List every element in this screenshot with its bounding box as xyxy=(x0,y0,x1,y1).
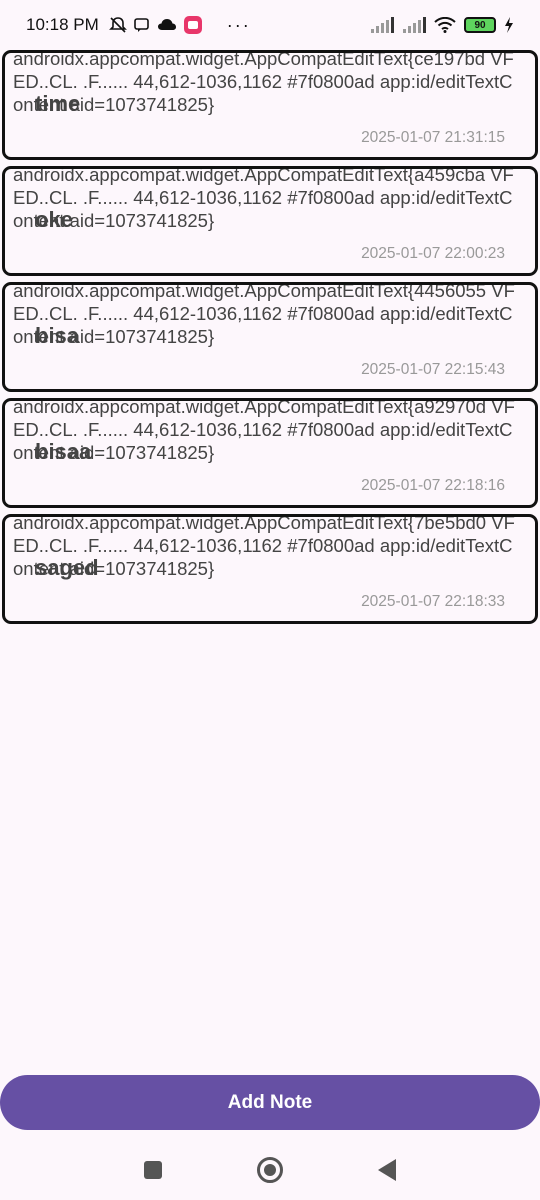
more-notifications: ··· xyxy=(226,14,251,35)
recents-icon[interactable] xyxy=(138,1155,168,1185)
note-title: bisa xyxy=(35,323,80,348)
note-card[interactable]: androidx.appcompat.widget.AppCompatEditT… xyxy=(2,282,538,392)
note-content: androidx.appcompat.widget.AppCompatEditT… xyxy=(13,166,514,231)
signal-icon xyxy=(371,17,394,33)
add-note-button[interactable]: Add Note xyxy=(0,1075,540,1130)
back-icon[interactable] xyxy=(372,1155,402,1185)
note-card[interactable]: androidx.appcompat.widget.AppCompatEditT… xyxy=(2,50,538,160)
chat-icon xyxy=(133,18,149,32)
note-card[interactable]: androidx.appcompat.widget.AppCompatEditT… xyxy=(2,514,538,624)
note-timestamp: 2025-01-07 21:31:15 xyxy=(361,129,505,146)
navigation-bar xyxy=(0,1135,540,1200)
note-content: androidx.appcompat.widget.AppCompatEditT… xyxy=(13,50,514,115)
cloud-icon xyxy=(157,19,176,30)
app-icon xyxy=(183,16,202,34)
note-timestamp: 2025-01-07 22:18:16 xyxy=(361,477,505,494)
status-time: 10:18 PM xyxy=(26,15,99,34)
note-title: saged xyxy=(35,555,99,580)
note-content: androidx.appcompat.widget.AppCompatEditT… xyxy=(13,282,515,347)
note-title: bisaa xyxy=(35,439,92,464)
note-title: time xyxy=(35,91,81,116)
status-bar: 10:18 PM ··· 90 xyxy=(0,0,540,50)
note-card[interactable]: androidx.appcompat.widget.AppCompatEditT… xyxy=(2,166,538,276)
battery-indicator: 90 xyxy=(464,17,496,33)
note-timestamp: 2025-01-07 22:18:33 xyxy=(361,593,505,610)
note-timestamp: 2025-01-07 22:00:23 xyxy=(361,245,505,262)
signal-icon xyxy=(403,17,426,33)
note-timestamp: 2025-01-07 22:15:43 xyxy=(361,361,505,378)
note-card[interactable]: androidx.appcompat.widget.AppCompatEditT… xyxy=(2,398,538,508)
charging-icon xyxy=(505,17,513,33)
note-title: oke xyxy=(35,207,73,232)
mute-icon xyxy=(108,17,127,33)
wifi-icon xyxy=(434,17,456,33)
home-icon[interactable] xyxy=(255,1155,285,1185)
note-list[interactable]: androidx.appcompat.widget.AppCompatEditT… xyxy=(0,50,540,624)
